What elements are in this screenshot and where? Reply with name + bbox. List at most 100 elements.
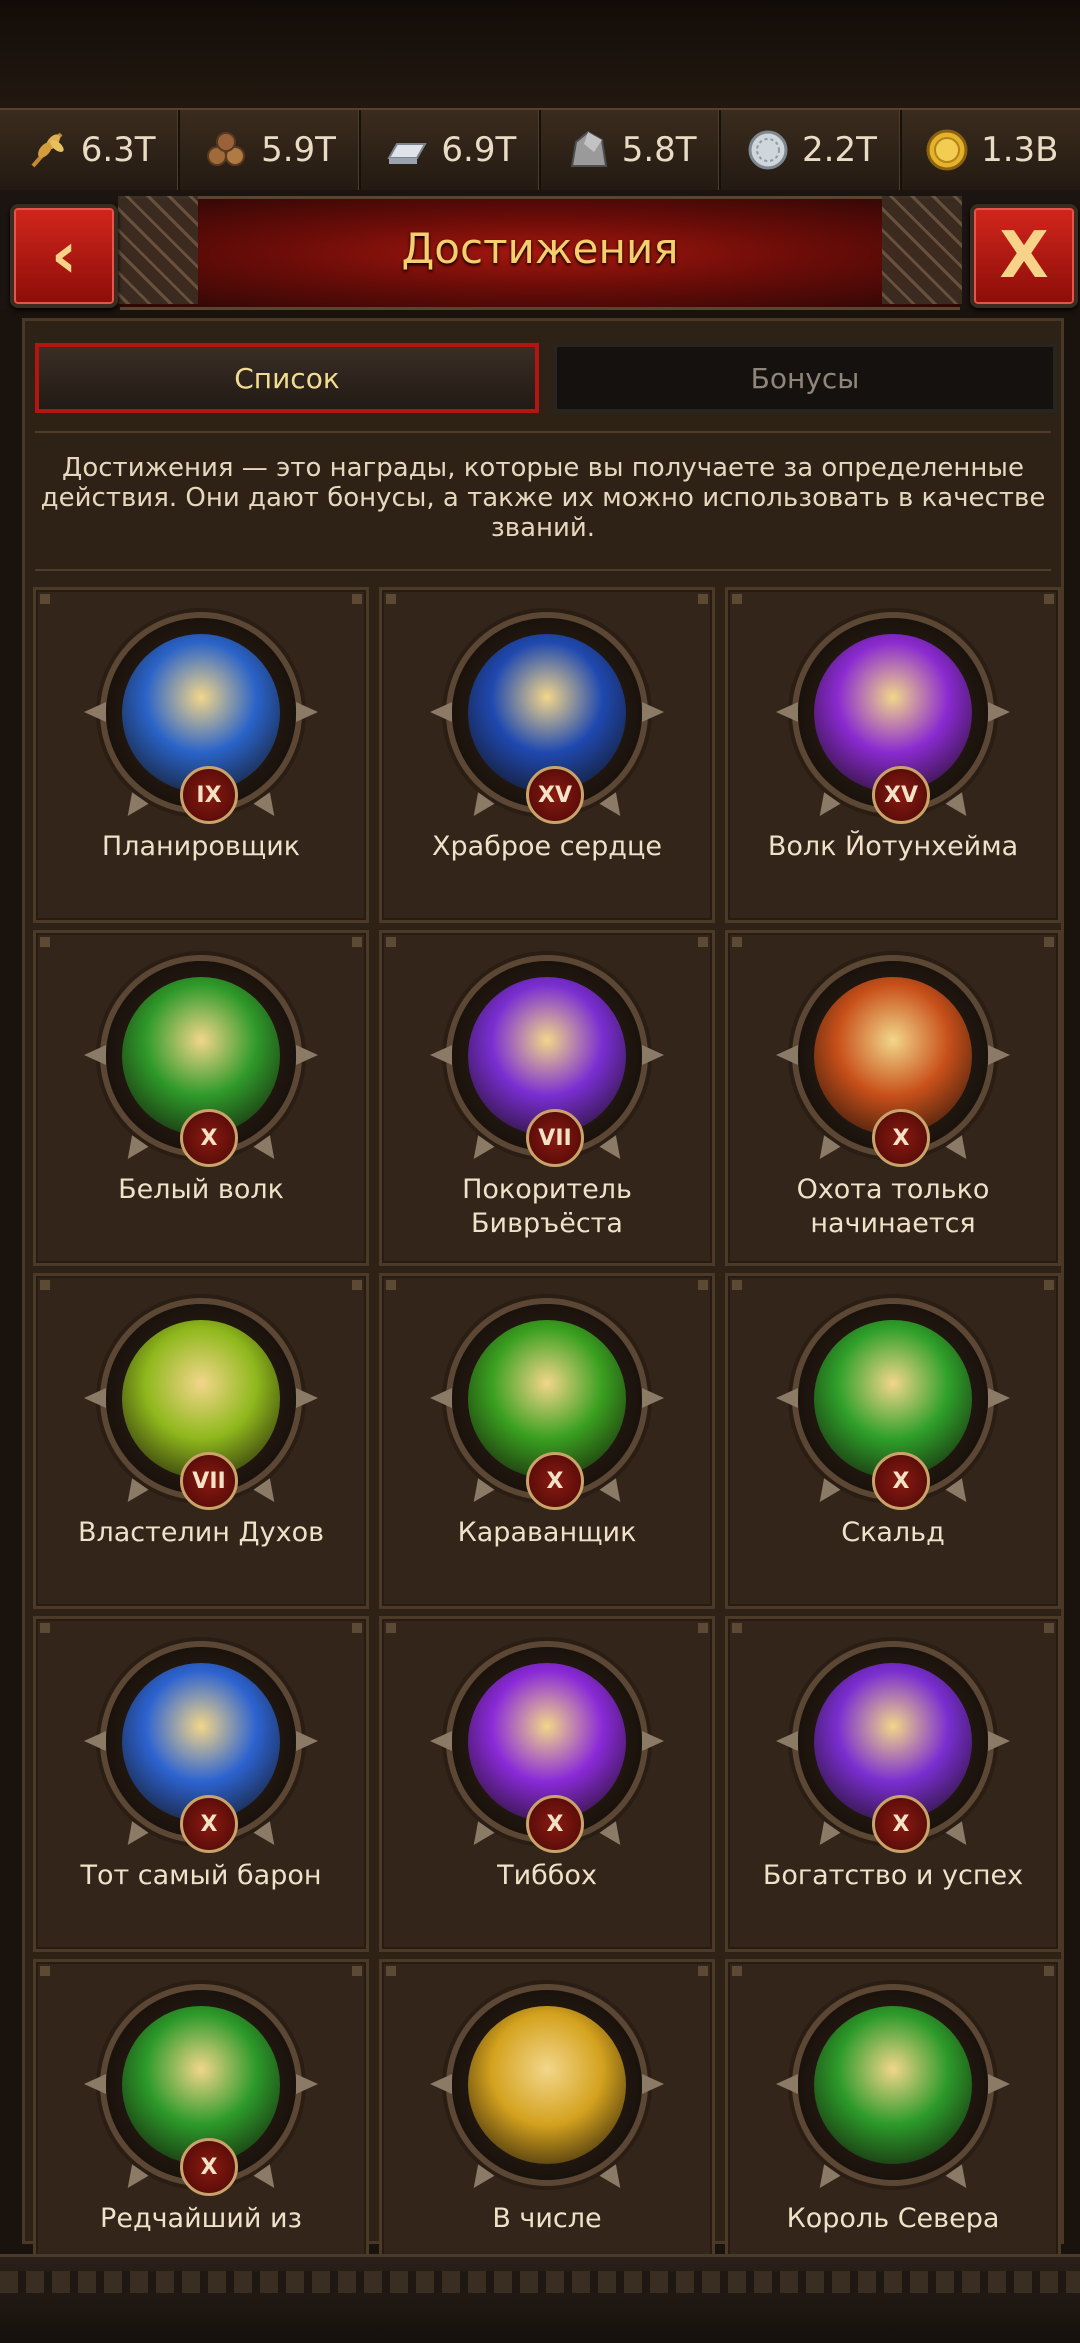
medal-spike (84, 1045, 106, 1065)
achievement-label: Король Севера (786, 2203, 1000, 2234)
medal-spike (776, 1388, 798, 1408)
medal-spike (988, 1731, 1010, 1751)
achievement-card[interactable]: VII Властелин Духов (33, 1273, 369, 1609)
medal-spike (642, 1045, 664, 1065)
resource-gold[interactable]: 1.3B (902, 110, 1080, 190)
resource-bar: 6.3T 5.9T 6.9T 5.8T 2.2T 1.3B (0, 108, 1080, 192)
achievement-medal: X (84, 1647, 318, 1853)
achievement-card[interactable]: X Богатство и успех (725, 1616, 1061, 1952)
medal-spike (988, 1388, 1010, 1408)
description-text: Достижения — это награды, которые вы пол… (35, 431, 1051, 571)
screen-header: Достижения ‹ X (0, 190, 1080, 310)
achievement-card[interactable]: X Охота только начинается (725, 930, 1061, 1266)
resource-silver[interactable]: 2.2T (721, 110, 902, 190)
achievement-label: Богатство и успех (762, 1860, 1024, 1891)
achievement-card[interactable]: X Редчайший из (33, 1959, 369, 2295)
achievement-card[interactable]: X Скальд (725, 1273, 1061, 1609)
medal-spike (253, 1478, 283, 1508)
medal-spike (253, 792, 283, 822)
rank-badge: VII (180, 1452, 238, 1510)
medal-spike (253, 1135, 283, 1165)
medal-spike (811, 1478, 841, 1508)
gold-coin-icon (926, 129, 968, 171)
achievement-medal: X (776, 961, 1010, 1167)
medal-spike (430, 1731, 452, 1751)
medal-spike (430, 2074, 452, 2094)
medal-spike (811, 1821, 841, 1851)
medal-spike (642, 702, 664, 722)
resource-value: 6.3T (80, 130, 156, 170)
medal-spike (296, 1731, 318, 1751)
rank-badge: IX (180, 766, 238, 824)
medal-spike (119, 1135, 149, 1165)
achievement-label: Властелин Духов (77, 1517, 325, 1548)
resource-iron[interactable]: 6.9T (361, 110, 541, 190)
tab-bar: Список Бонусы (35, 343, 1057, 413)
close-button[interactable]: X (970, 204, 1078, 308)
ingot-icon (387, 143, 428, 164)
achievement-card[interactable]: XV Храброе сердце (379, 587, 715, 923)
medal-spike (945, 792, 975, 822)
achievement-card[interactable]: X Тот самый барон (33, 1616, 369, 1952)
medal-spike (119, 1478, 149, 1508)
medal-spike (465, 1478, 495, 1508)
rank-badge: X (526, 1795, 584, 1853)
medal-spike (253, 1821, 283, 1851)
medal-spike (945, 2164, 975, 2194)
tab-bonuses[interactable]: Бонусы (553, 343, 1057, 413)
achievement-card[interactable]: В числе (379, 1959, 715, 2295)
medal-spike (84, 1731, 106, 1751)
achievement-card[interactable]: X Тиббох (379, 1616, 715, 1952)
achievement-label: Белый волк (118, 1174, 284, 1205)
achievement-label: Тиббох (497, 1860, 597, 1891)
rank-badge: X (872, 1795, 930, 1853)
medal-spike (599, 2164, 629, 2194)
rank-badge: X (180, 1795, 238, 1853)
castle-icon (468, 2006, 626, 2164)
resource-wheat[interactable]: 6.3T (0, 110, 181, 190)
medal-spike (119, 792, 149, 822)
achievement-medal: X (84, 961, 318, 1167)
medal-spike (811, 2164, 841, 2194)
achievement-medal: X (430, 1647, 664, 1853)
medal-spike (945, 1478, 975, 1508)
status-bar-area (0, 0, 1080, 108)
achievement-medal: VII (430, 961, 664, 1167)
achievement-card[interactable]: IX Планировщик (33, 587, 369, 923)
back-button[interactable]: ‹ (10, 204, 118, 308)
medal-spike (253, 2164, 283, 2194)
achievement-card[interactable]: VII Покоритель Бивръёста (379, 930, 715, 1266)
medal-spike (430, 1045, 452, 1065)
medal-spike (465, 1821, 495, 1851)
achievement-medal: XV (776, 618, 1010, 824)
rank-badge: X (872, 1452, 930, 1510)
wheat-icon (31, 132, 64, 168)
resource-stone[interactable]: 5.8T (541, 110, 722, 190)
achievement-card[interactable]: X Белый волк (33, 930, 369, 1266)
achievement-card[interactable]: Король Севера (725, 1959, 1061, 2295)
rank-badge: XV (526, 766, 584, 824)
page-title: Достижения (401, 224, 679, 273)
tab-label: Список (234, 361, 340, 395)
achievement-medal (776, 1990, 1010, 2194)
medal-spike (988, 702, 1010, 722)
achievement-label: Планировщик (101, 831, 301, 862)
medal-spike (776, 1731, 798, 1751)
medal-spike (599, 792, 629, 822)
achievement-label: Волк Йотунхейма (767, 831, 1019, 862)
medal-spike (776, 2074, 798, 2094)
achievement-card[interactable]: XV Волк Йотунхейма (725, 587, 1061, 923)
medal-spike (296, 1045, 318, 1065)
medal-spike (945, 1821, 975, 1851)
achievement-label: В числе (492, 2203, 602, 2234)
helmet-book-icon (814, 2006, 972, 2164)
medal-spike (296, 2074, 318, 2094)
medal-spike (465, 792, 495, 822)
rank-badge: X (526, 1452, 584, 1510)
achievement-label: Скальд (841, 1517, 945, 1548)
resource-wood[interactable]: 5.9T (180, 110, 361, 190)
medal-spike (296, 1388, 318, 1408)
tab-list[interactable]: Список (35, 343, 539, 413)
achievement-medal: X (430, 1304, 664, 1510)
achievement-card[interactable]: X Караванщик (379, 1273, 715, 1609)
